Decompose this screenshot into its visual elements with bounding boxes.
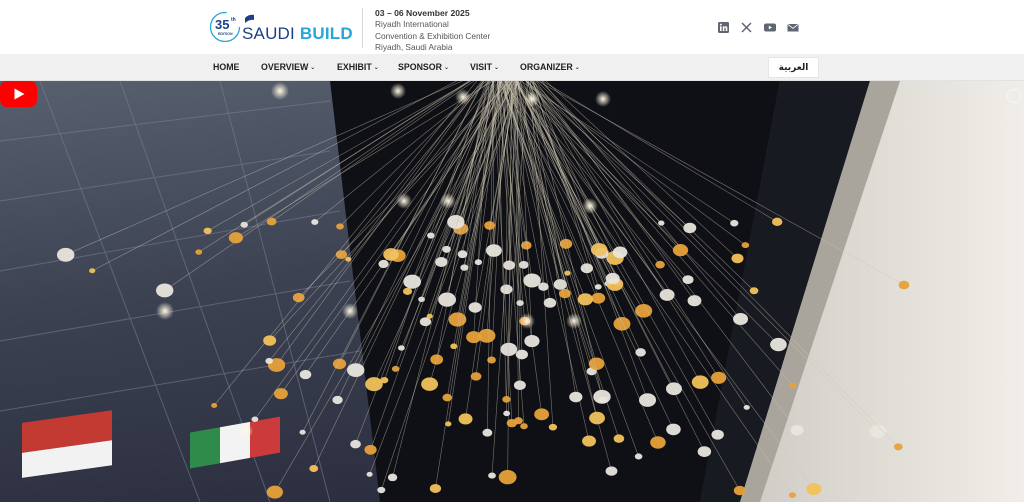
nav-item-overview[interactable]: OVERVIEW ⌄: [261, 62, 315, 72]
video-frame: [0, 81, 1024, 502]
chevron-down-icon: ⌄: [373, 65, 379, 71]
nav-item-label: HOME: [213, 62, 240, 72]
svg-text:35: 35: [215, 17, 229, 32]
email-icon[interactable]: [787, 20, 799, 32]
event-venue-line1: Riyadh International: [375, 19, 449, 30]
nav-item-label: ORGANIZER: [520, 62, 573, 72]
svg-text:EDITION: EDITION: [218, 32, 233, 36]
nav-item-exhibit[interactable]: EXHIBIT ⌄: [337, 62, 379, 72]
loading-ring-icon: [1007, 89, 1021, 103]
main-nav: HOME OVERVIEW ⌄ EXHIBIT ⌄ SPONSOR ⌄ VISIT ⌄ …: [0, 54, 1024, 81]
chevron-down-icon: ⌄: [310, 65, 316, 71]
logo-word-build: BUILD: [299, 24, 353, 43]
nav-item-label: VISIT: [470, 62, 492, 72]
logo-mark-icon: [245, 14, 254, 23]
logo-wordmark: SAUDI BUILD: [242, 24, 353, 44]
event-info: 03 – 06 November 2025 Riyadh Internation…: [375, 8, 490, 53]
site-header: 35 th EDITION SAUDI BUILD 03 – 06 Novemb…: [0, 0, 1024, 54]
chevron-down-icon: ⌄: [574, 65, 580, 71]
youtube-icon[interactable]: [764, 20, 776, 32]
hero-video[interactable]: [0, 81, 1024, 502]
nav-item-organizer[interactable]: ORGANIZER ⌄: [520, 62, 580, 72]
nav-item-visit[interactable]: VISIT ⌄: [470, 62, 499, 72]
nav-item-label: OVERVIEW: [261, 62, 309, 72]
nav-item-label: EXHIBIT: [337, 62, 372, 72]
chevron-down-icon: ⌄: [494, 65, 500, 71]
linkedin-icon[interactable]: [718, 20, 729, 33]
nav-item-sponsor[interactable]: SPONSOR ⌄: [398, 62, 449, 72]
event-venue-line3: Riyadh, Saudi Arabia: [375, 41, 453, 52]
header-divider: [362, 8, 363, 48]
event-venue-line2: Convention & Exhibition Center: [375, 30, 491, 41]
youtube-play-icon[interactable]: [0, 81, 37, 107]
nav-item-label: SPONSOR: [398, 62, 442, 72]
language-switch-button[interactable]: العربية: [768, 57, 819, 78]
logo-word-saudi: SAUDI: [242, 24, 295, 43]
social-links: [718, 20, 799, 33]
x-icon[interactable]: [741, 20, 752, 33]
edition-badge-icon: 35 th EDITION: [209, 11, 241, 43]
svg-text:th: th: [231, 17, 236, 23]
nav-item-home[interactable]: HOME: [213, 62, 239, 72]
chevron-down-icon: ⌄: [444, 65, 450, 71]
event-date: 03 – 06 November 2025: [375, 8, 470, 18]
saudi-build-logo[interactable]: 35 th EDITION SAUDI BUILD: [209, 11, 353, 45]
